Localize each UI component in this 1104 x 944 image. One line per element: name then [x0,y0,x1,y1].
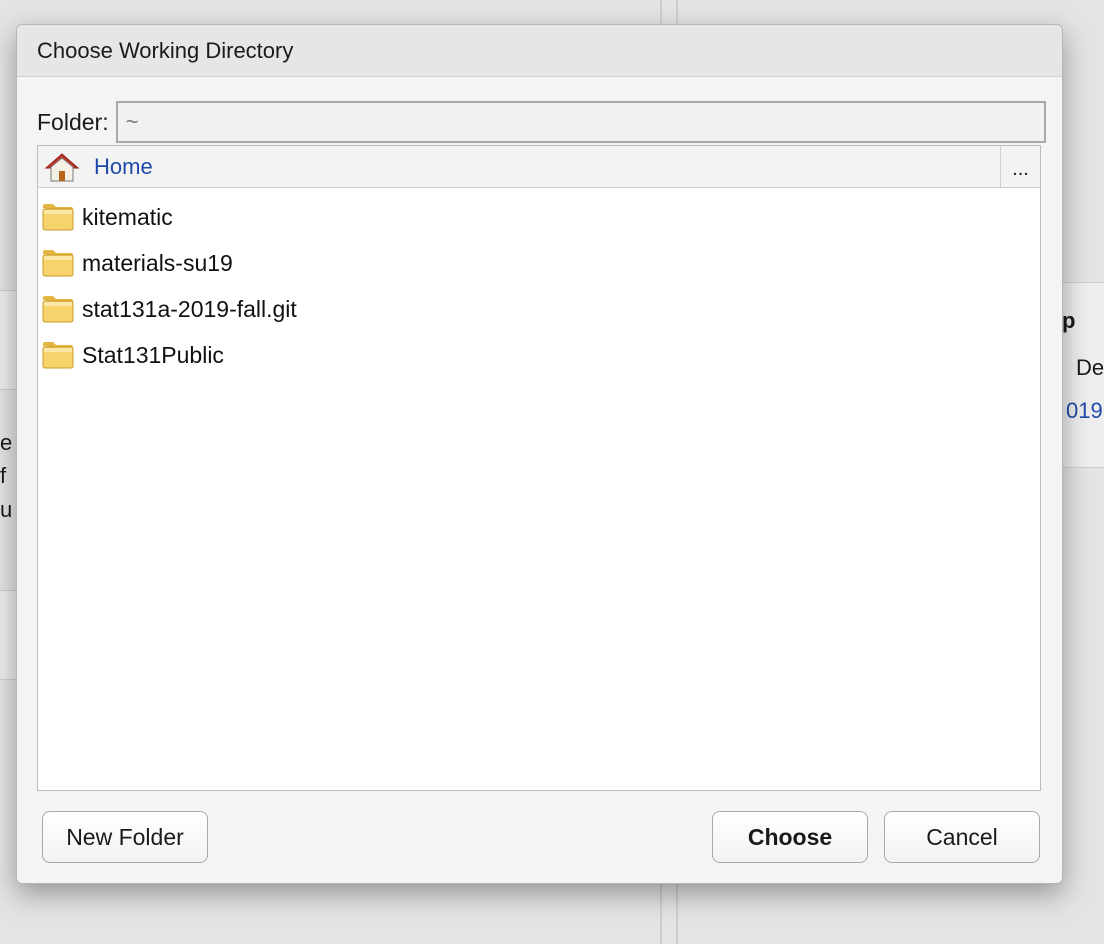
folder-name: stat131a-2019-fall.git [82,295,297,322]
home-icon[interactable] [44,151,80,183]
background-right-header: p [1062,308,1076,333]
folder-label: Folder: [37,108,109,135]
folder-name: Stat131Public [82,341,224,368]
background-right-value: 019 [1066,398,1103,423]
folder-icon [42,204,74,231]
folder-icon [42,342,74,369]
background-right-column: De [1076,355,1104,380]
more-options-button[interactable]: ... [1000,146,1040,187]
folder-name: kitematic [82,203,173,230]
background-left-char: u [0,497,13,522]
file-list: kitematic materials-su19 stat131a-2019-f… [38,188,1040,378]
file-browser: Home ... kitematic materials-su19 stat13… [37,145,1041,791]
folder-icon [42,250,74,277]
list-item[interactable]: Stat131Public [38,332,1040,378]
home-link[interactable]: Home [94,154,153,180]
list-item[interactable]: kitematic [38,194,1040,240]
cancel-button[interactable]: Cancel [884,811,1040,863]
background-left-char: e [0,430,13,455]
folder-icon [42,296,74,323]
folder-row: Folder: [37,101,1046,143]
list-item[interactable]: materials-su19 [38,240,1040,286]
background-left-char: f [0,463,7,488]
new-folder-button[interactable]: New Folder [42,811,208,863]
folder-path-input[interactable] [115,101,1046,143]
folder-name: materials-su19 [82,249,233,276]
choose-button[interactable]: Choose [712,811,868,863]
path-bar: Home ... [38,146,1040,188]
list-item[interactable]: stat131a-2019-fall.git [38,286,1040,332]
dialog-title-bar: Choose Working Directory [17,25,1062,77]
dialog-title: Choose Working Directory [37,37,294,63]
choose-working-directory-dialog: Choose Working Directory Folder: Home ..… [16,24,1063,884]
